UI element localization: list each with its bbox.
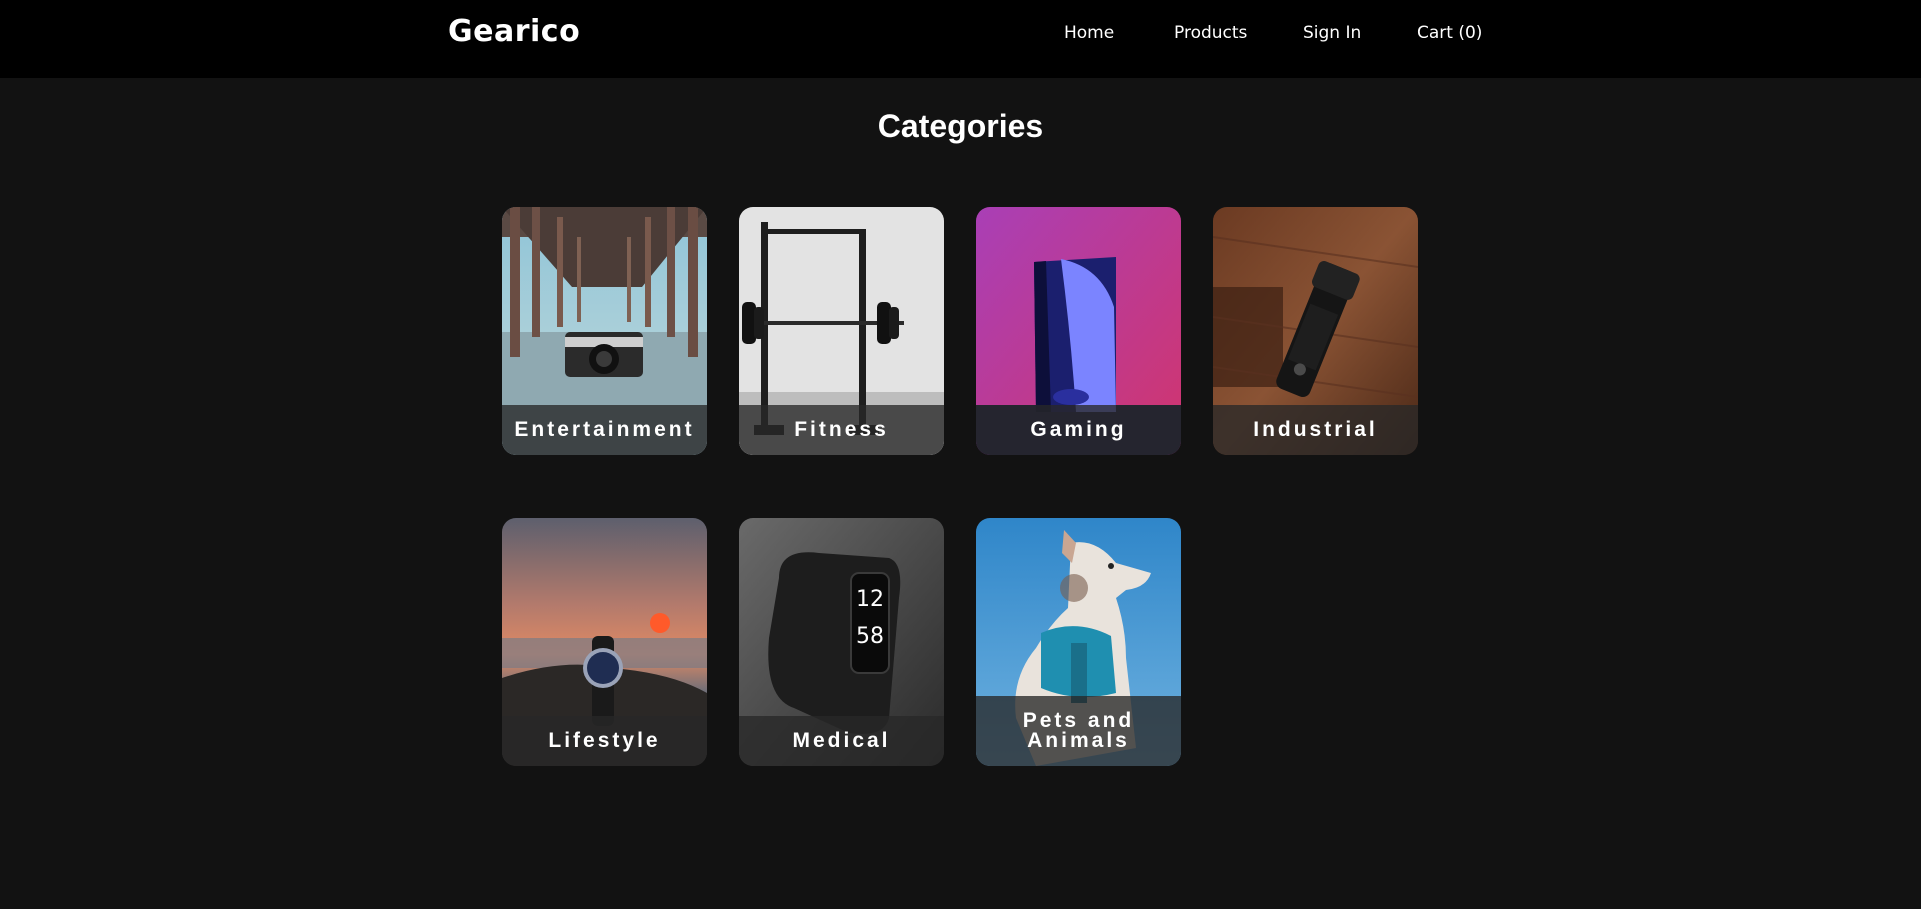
- category-label: Entertainment: [502, 405, 707, 455]
- category-card-entertainment[interactable]: Entertainment: [502, 207, 707, 455]
- category-card-fitness[interactable]: Fitness: [739, 207, 944, 455]
- category-card-gaming[interactable]: Gaming: [976, 207, 1181, 455]
- nav-sign-in-link[interactable]: Sign In: [1303, 23, 1361, 43]
- brand-logo[interactable]: Gearico: [448, 14, 580, 49]
- nav-cart-link[interactable]: Cart (0): [1417, 23, 1482, 43]
- category-label: Fitness: [739, 405, 944, 455]
- nav-home-link[interactable]: Home: [1064, 23, 1114, 43]
- svg-text:12: 12: [856, 587, 884, 612]
- category-label: Industrial: [1213, 405, 1418, 455]
- category-card-lifestyle[interactable]: Lifestyle: [502, 518, 707, 766]
- category-card-pets-and-animals[interactable]: Pets and Animals: [976, 518, 1181, 766]
- category-card-medical[interactable]: 12 58 Medical: [739, 518, 944, 766]
- nav-products-link[interactable]: Products: [1174, 23, 1247, 43]
- svg-text:58: 58: [856, 624, 884, 649]
- page-title: Categories: [877, 108, 1044, 144]
- category-card-industrial[interactable]: Industrial: [1213, 207, 1418, 455]
- navbar: Gearico Home Products Sign In Cart (0): [0, 0, 1921, 78]
- category-label: Gaming: [976, 405, 1181, 455]
- category-label: Pets and Animals: [976, 696, 1181, 766]
- category-label: Lifestyle: [502, 716, 707, 766]
- category-label: Medical: [739, 716, 944, 766]
